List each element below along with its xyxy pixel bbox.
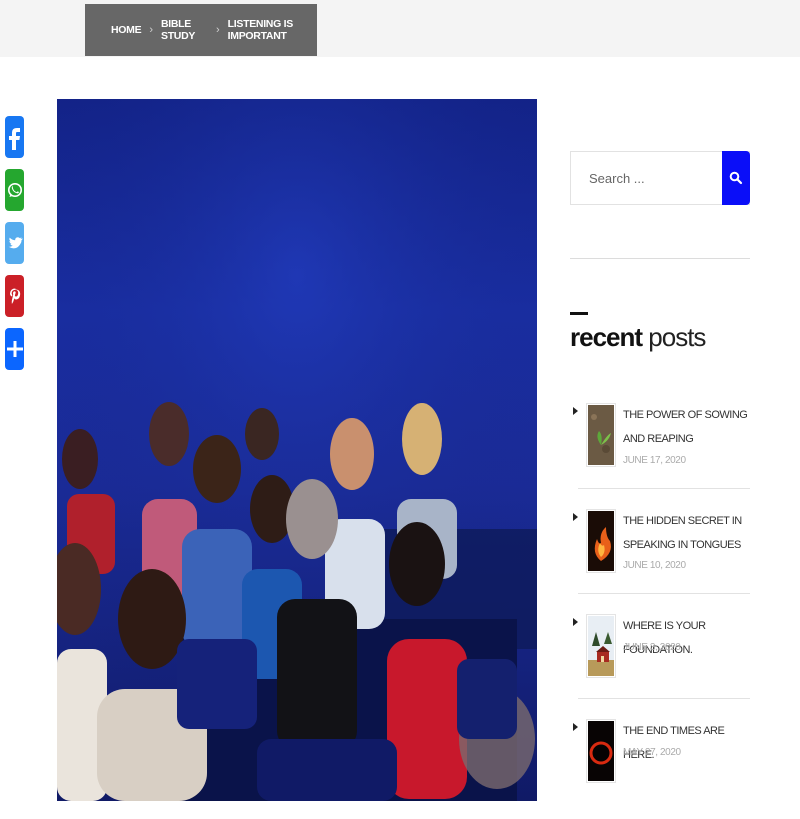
- breadcrumb-category-link[interactable]: BIBLE STUDY: [161, 18, 208, 42]
- chevron-right-icon: ›: [149, 24, 153, 36]
- bullet-arrow-icon: [573, 618, 578, 626]
- post-separator: [578, 698, 750, 699]
- seedling-thumbnail: [588, 405, 614, 465]
- breadcrumb-current: LISTENING IS IMPORTANT: [227, 18, 294, 42]
- audience-photo: [57, 99, 537, 801]
- share-icon: [6, 341, 23, 357]
- post-date: JUNE 17, 2020: [623, 455, 686, 466]
- widget-title-light: posts: [642, 322, 706, 352]
- breadcrumb: HOME › BIBLE STUDY › LISTENING IS IMPORT…: [85, 4, 317, 56]
- widget-title-bold: recent: [570, 322, 643, 352]
- facebook-share-button[interactable]: [5, 116, 24, 158]
- post-date: MAY 27, 2020: [623, 747, 681, 758]
- post-title[interactable]: WHERE IS YOUR FOUNDATION.: [623, 614, 751, 662]
- post-thumbnail[interactable]: [586, 509, 616, 573]
- house-thumbnail: [588, 616, 614, 676]
- post-thumbnail[interactable]: [586, 719, 616, 783]
- whatsapp-icon: [7, 183, 22, 197]
- bullet-arrow-icon: [573, 723, 578, 731]
- post-date: JUNE 10, 2020: [623, 560, 686, 571]
- post-date: JUNE 3, 2020: [623, 642, 681, 653]
- post-thumbnail[interactable]: [586, 614, 616, 678]
- post-separator: [578, 593, 750, 594]
- recent-post-item[interactable]: THE HIDDEN SECRET IN SPEAKING IN TONGUES…: [570, 509, 750, 609]
- post-title[interactable]: THE HIDDEN SECRET IN SPEAKING IN TONGUES: [623, 509, 751, 557]
- whatsapp-share-button[interactable]: [5, 169, 24, 211]
- recent-post-item[interactable]: WHERE IS YOUR FOUNDATION. JUNE 3, 2020: [570, 614, 750, 714]
- fire-thumbnail: [588, 511, 614, 571]
- recent-posts-title: recent posts: [570, 322, 706, 353]
- chevron-right-icon: ›: [215, 24, 220, 36]
- bullet-arrow-icon: [573, 407, 578, 415]
- widget-title-accent: [570, 312, 588, 315]
- post-thumbnail[interactable]: [586, 403, 616, 467]
- twitter-icon: [7, 237, 23, 249]
- pinterest-share-button[interactable]: [5, 275, 24, 317]
- search-form: [570, 151, 750, 205]
- search-button[interactable]: [722, 151, 750, 205]
- top-bar: HOME › BIBLE STUDY › LISTENING IS IMPORT…: [0, 0, 800, 57]
- facebook-icon: [8, 128, 20, 150]
- more-share-button[interactable]: [5, 328, 24, 370]
- post-separator: [578, 488, 750, 489]
- post-title[interactable]: THE END TIMES ARE HERE.: [623, 719, 751, 767]
- sidebar-divider: [570, 258, 750, 259]
- bullet-arrow-icon: [573, 513, 578, 521]
- post-title[interactable]: THE POWER OF SOWING AND REAPING: [623, 403, 751, 451]
- search-input[interactable]: [571, 152, 723, 204]
- eclipse-thumbnail: [588, 721, 614, 781]
- pinterest-icon: [9, 288, 20, 304]
- featured-image: [57, 99, 537, 801]
- search-icon: [729, 171, 743, 185]
- twitter-share-button[interactable]: [5, 222, 24, 264]
- breadcrumb-home-link[interactable]: HOME: [111, 24, 142, 36]
- recent-post-item[interactable]: THE END TIMES ARE HERE. MAY 27, 2020: [570, 719, 750, 819]
